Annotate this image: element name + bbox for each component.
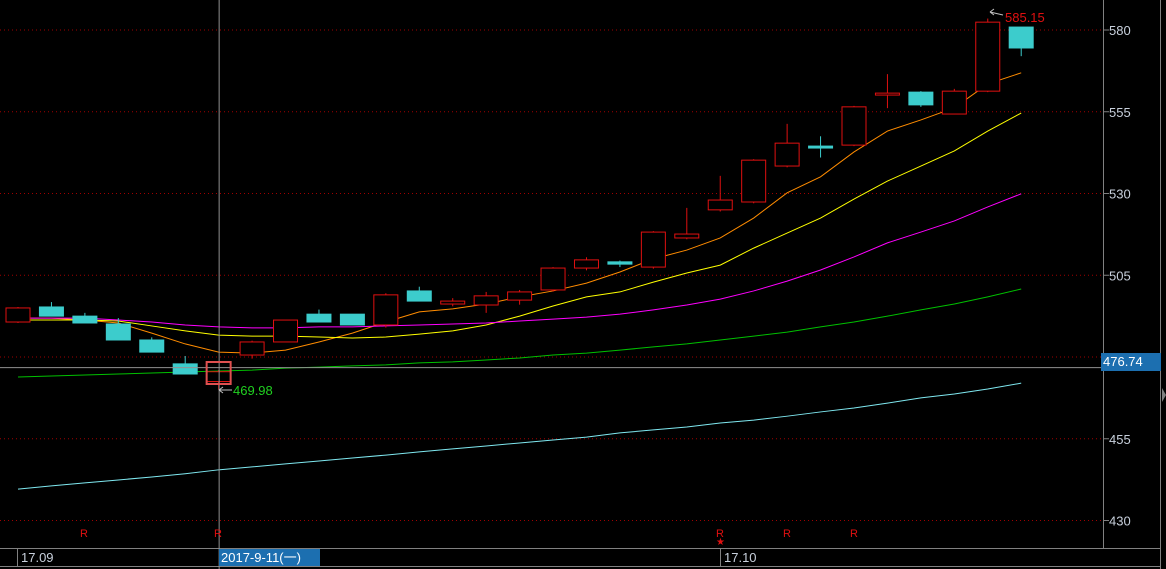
candle-body [440, 300, 466, 305]
candle-body [741, 159, 767, 203]
y-tick-label: 580 [1109, 23, 1131, 38]
candle-body [507, 291, 533, 301]
candlestick-chart[interactable]: 580 555 530 505 455 430 [0, 0, 1166, 569]
ma-cyan-line [17, 382, 1022, 490]
candle-body [607, 261, 633, 265]
y-tick-label: 555 [1109, 105, 1131, 120]
y-tick-label: 530 [1109, 187, 1131, 202]
candle-body [640, 231, 666, 268]
candle-body [707, 199, 733, 211]
candle-body [273, 319, 299, 343]
candle-body [139, 339, 165, 353]
candle-body [808, 145, 834, 149]
candle-body [5, 307, 31, 323]
candle-body [573, 259, 599, 269]
crosshair-price-tag: 476.74 [1101, 353, 1161, 371]
high-price-label: 585.15 [1005, 10, 1045, 25]
low-price-label: 469.98 [233, 383, 273, 398]
candle-body [674, 233, 700, 239]
candle-body [841, 106, 867, 146]
candle-body [908, 91, 934, 106]
candle-body [339, 313, 365, 326]
r-marker: R [850, 528, 858, 540]
candle-body [105, 323, 131, 341]
y-tick-label: 505 [1109, 268, 1131, 283]
candle-body [874, 92, 900, 96]
candle-body [540, 267, 566, 291]
candle-body [239, 341, 265, 356]
low-arrow-icon [218, 386, 232, 394]
candle-body [774, 142, 800, 167]
r-marker: R [783, 528, 791, 540]
y-tick-label: 430 [1109, 514, 1131, 529]
ma-orange-line [18, 72, 1022, 354]
candle-body [72, 315, 98, 324]
candle-body [373, 294, 399, 326]
candle-body [941, 90, 967, 115]
candle-body [306, 313, 332, 323]
ma-magenta-line [18, 193, 1022, 329]
candle-body [406, 290, 432, 302]
candle-body [38, 306, 64, 317]
candle-body [172, 363, 198, 375]
selected-date-tag: 2017-9-11(一) [219, 549, 320, 566]
candle-body [975, 21, 1001, 92]
scroll-arrow-icon[interactable] [1162, 388, 1166, 402]
r-marker: R [80, 528, 88, 540]
x-axis-label-mid: 17.10 [724, 550, 757, 565]
high-arrow-icon [989, 8, 1004, 16]
y-tick-label: 455 [1109, 432, 1131, 447]
r-marker: R [214, 528, 222, 540]
candle-body [1008, 26, 1034, 49]
x-axis-label-start: 17.09 [21, 550, 54, 565]
star-marker: ★ [716, 537, 725, 548]
candle-body [473, 295, 499, 306]
